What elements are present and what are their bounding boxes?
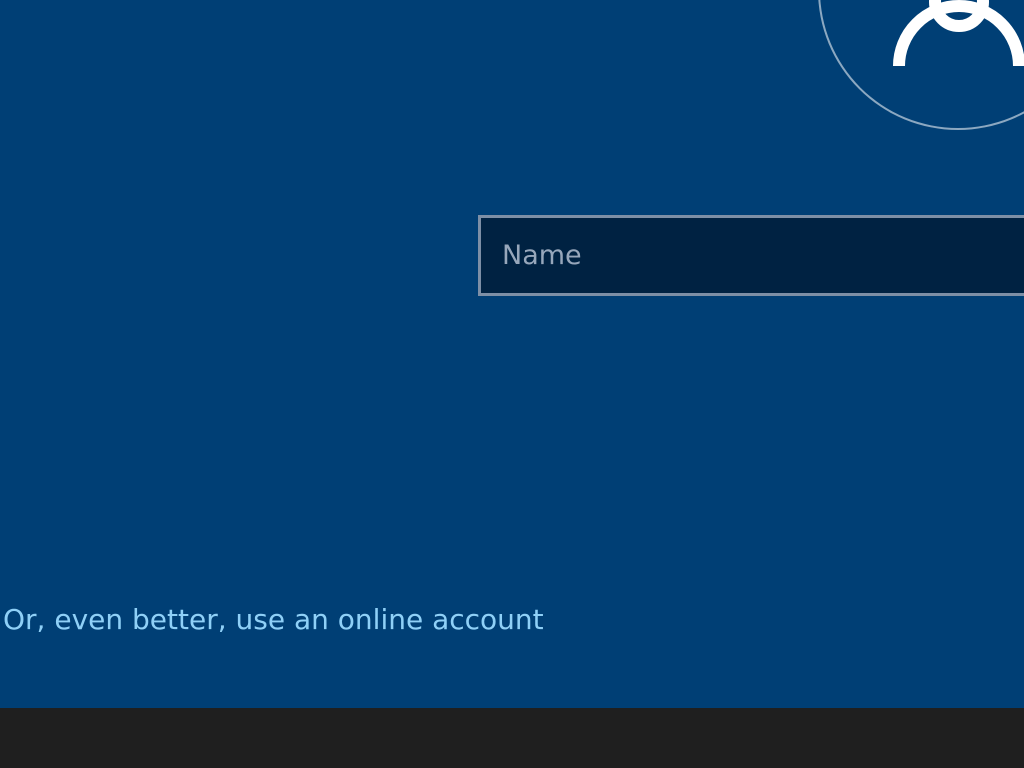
setup-panel: Or, even better, use an online account — [0, 0, 1024, 708]
user-shoulders-icon — [893, 0, 1024, 67]
online-account-link[interactable]: Or, even better, use an online account — [3, 603, 544, 636]
user-silhouette-icon — [893, 0, 1024, 67]
account-setup-screen: Or, even better, use an online account — [0, 0, 1024, 768]
name-field[interactable] — [478, 215, 1024, 296]
footer-bar — [0, 708, 1024, 768]
